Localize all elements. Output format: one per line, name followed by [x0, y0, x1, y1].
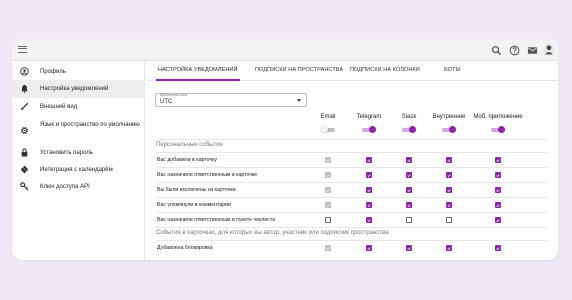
checkbox-email: [325, 202, 331, 208]
active-tab-indicator: [156, 79, 240, 81]
tab-bots[interactable]: Боты: [444, 67, 460, 73]
channel-toggle-telegram[interactable]: [362, 126, 376, 133]
tab-column-subscriptions[interactable]: Подписки на колонки: [350, 67, 420, 73]
divider: [156, 152, 548, 153]
checkbox-internal[interactable]: [446, 245, 452, 251]
lock-icon: [20, 148, 29, 157]
checkbox-telegram[interactable]: [366, 245, 372, 251]
calendar-icon: [20, 165, 29, 174]
sidebar-item-calendar[interactable]: Интеграция с календарём: [12, 162, 145, 178]
checkbox-email: [325, 245, 331, 251]
checkbox-mobile[interactable]: [495, 172, 501, 178]
checkbox-email: [325, 187, 331, 193]
section-title: Персональные события: [156, 142, 223, 148]
checkbox-mobile[interactable]: [495, 157, 501, 163]
checkbox-slack[interactable]: [406, 187, 412, 193]
checkbox-slack[interactable]: [406, 245, 412, 251]
timezone-value: UTC: [160, 99, 173, 105]
divider: [156, 167, 548, 168]
checkbox-mobile[interactable]: [495, 187, 501, 193]
row-label: Вас добавили в карточку: [157, 157, 217, 163]
checkbox-internal[interactable]: [446, 187, 452, 193]
channel-header-mobile: Моб. приложение: [473, 114, 523, 120]
checkbox-slack[interactable]: [406, 202, 412, 208]
sidebar-item-notifications[interactable]: Настройка уведомлений: [12, 80, 145, 98]
row-label: Вы были исключены из карточки: [157, 187, 236, 193]
timezone-label: Временная зона: [160, 93, 188, 97]
toggle-knob: [369, 126, 376, 133]
brush-icon: [20, 102, 29, 111]
settings-window: Профиль Настройка уведомлений Внешний ви…: [12, 39, 558, 260]
row-label: Вас упомянули в комментарии: [157, 202, 231, 208]
key-icon: [20, 182, 29, 191]
top-bar: [12, 39, 558, 61]
divider: [156, 139, 548, 140]
checkbox-telegram[interactable]: [366, 172, 372, 178]
toggle-knob: [321, 126, 328, 133]
profile-icon: [20, 67, 29, 76]
gear-icon: [20, 126, 29, 135]
notification-settings: Настройка уведомлений Подписки на простр…: [146, 61, 558, 260]
bell-icon: [20, 84, 29, 93]
chevron-down-icon: [297, 99, 301, 102]
checkbox-telegram[interactable]: [366, 157, 372, 163]
section-title: События в карточках, для которых вы авто…: [156, 230, 389, 236]
checkbox-slack[interactable]: [406, 172, 412, 178]
sidebar-item-label: Профиль: [40, 69, 66, 75]
row-label: Вас назначили ответственным в пункте чек…: [157, 217, 276, 223]
sidebar-item-language[interactable]: Язык и пространство по умолчанию: [12, 116, 145, 144]
channel-toggle-email[interactable]: [321, 126, 335, 133]
divider: [156, 197, 548, 198]
checkbox-telegram[interactable]: [366, 217, 372, 223]
sidebar-item-label: Внешний вид: [40, 104, 78, 110]
sidebar-item-label: Установить пароль: [40, 150, 93, 156]
channel-toggle-mobile[interactable]: [491, 126, 505, 133]
checkbox-telegram[interactable]: [366, 187, 372, 193]
sidebar-item-label: Язык и пространство по умолчанию: [40, 122, 140, 128]
row-label: Вас назначили ответственным в карточке: [157, 172, 258, 178]
sidebar-item-api-key[interactable]: Ключ доступа API: [12, 179, 145, 195]
toggle-knob: [449, 126, 456, 133]
checkbox-slack[interactable]: [406, 217, 412, 223]
divider: [156, 240, 548, 241]
sidebar-item-label: Настройка уведомлений: [40, 86, 109, 92]
checkbox-mobile[interactable]: [495, 217, 501, 223]
search-icon[interactable]: [490, 44, 502, 56]
mail-icon[interactable]: [526, 44, 538, 56]
checkbox-internal[interactable]: [446, 157, 452, 163]
divider: [156, 227, 548, 228]
toggle-knob: [409, 126, 416, 133]
checkbox-email[interactable]: [325, 217, 331, 223]
timezone-select[interactable]: Временная зона UTC: [155, 93, 307, 107]
help-icon[interactable]: [508, 44, 520, 56]
sidebar-item-profile[interactable]: Профиль: [12, 64, 145, 80]
sidebar-item-label: Ключ доступа API: [40, 184, 90, 190]
tab-space-subscriptions[interactable]: Подписки на пространства: [255, 67, 343, 73]
divider: [156, 212, 548, 213]
avatar[interactable]: [543, 43, 555, 56]
checkbox-internal[interactable]: [446, 202, 452, 208]
sidebar-item-password[interactable]: Установить пароль: [12, 145, 145, 161]
hamburger-icon[interactable]: [18, 46, 27, 53]
checkbox-internal[interactable]: [446, 217, 452, 223]
checkbox-slack[interactable]: [406, 157, 412, 163]
channel-toggle-internal[interactable]: [442, 126, 456, 133]
sidebar-item-appearance[interactable]: Внешний вид: [12, 98, 145, 116]
checkbox-email: [325, 172, 331, 178]
checkbox-email: [325, 157, 331, 163]
checkbox-telegram[interactable]: [366, 202, 372, 208]
toggle-knob: [498, 126, 505, 133]
sidebar-item-label: Интеграция с календарём: [40, 167, 113, 173]
settings-sidebar: Профиль Настройка уведомлений Внешний ви…: [12, 61, 145, 260]
checkbox-mobile[interactable]: [495, 202, 501, 208]
channel-toggle-slack[interactable]: [402, 126, 416, 133]
checkbox-mobile[interactable]: [495, 245, 501, 251]
divider: [156, 182, 548, 183]
tab-notification-settings[interactable]: Настройка уведомлений: [158, 67, 238, 73]
row-label: Добавлена блокировка: [157, 245, 213, 251]
checkbox-internal[interactable]: [446, 172, 452, 178]
